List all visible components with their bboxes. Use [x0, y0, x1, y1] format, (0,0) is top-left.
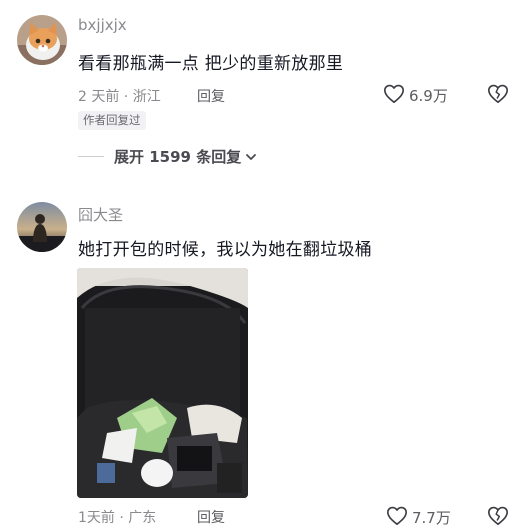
time-location: 1天前 · 广东 [78, 510, 157, 526]
comment-image[interactable] [77, 268, 248, 498]
expand-replies-label: 展开 1599 条回复 [114, 148, 242, 166]
broken-heart-icon[interactable] [487, 83, 509, 108]
sunset-silhouette-avatar-image [17, 202, 67, 252]
chevron-down-icon [245, 151, 257, 163]
avatar[interactable] [17, 15, 67, 65]
heart-outline-icon[interactable] [386, 505, 408, 530]
broken-heart-icon[interactable] [487, 505, 509, 530]
username[interactable]: 囧大圣 [78, 204, 123, 225]
comment-text: 她打开包的时候，我以为她在翻垃圾桶 [78, 240, 373, 260]
cat-avatar-image [17, 15, 67, 65]
heart-outline-icon[interactable] [383, 83, 405, 108]
divider-line [78, 156, 104, 157]
like-count: 6.9万 [409, 87, 448, 105]
reply-button[interactable]: 回复 [197, 507, 225, 527]
comment-text: 看看那瓶满一点 把少的重新放那里 [78, 54, 344, 74]
username[interactable]: bxjjxjx [78, 16, 127, 34]
author-replied-badge: 作者回复过 [78, 111, 146, 130]
avatar[interactable] [17, 202, 67, 252]
time-location: 2 天前 · 浙江 [78, 89, 161, 105]
like-count: 7.7万 [412, 509, 451, 527]
reply-button[interactable]: 回复 [197, 86, 225, 106]
expand-replies-button[interactable]: 展开 1599 条回复 [78, 146, 257, 167]
